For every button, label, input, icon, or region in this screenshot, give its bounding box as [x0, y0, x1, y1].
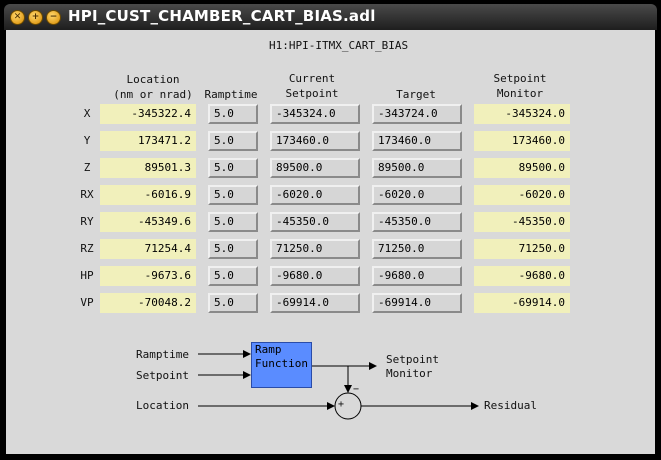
pv-title: H1:HPI-ITMX_CART_BIAS — [269, 39, 409, 52]
location-readback-z: 89501.3 — [100, 158, 196, 178]
target-entry-hp[interactable]: -9680.0 — [372, 266, 462, 286]
row-label-y: Y — [83, 134, 91, 147]
setpoint-monitor-z: 89500.0 — [474, 158, 570, 178]
ramptime-entry-vp[interactable]: 5.0 — [208, 293, 258, 313]
setpoint-monitor-x: -345324.0 — [474, 104, 570, 124]
current-setpoint-entry-vp[interactable]: -69914.0 — [270, 293, 360, 313]
diagram-setpoint-label: Setpoint — [136, 369, 189, 382]
header-current-line2: Setpoint — [285, 87, 339, 100]
ramptime-entry-ry[interactable]: 5.0 — [208, 212, 258, 232]
ramptime-entry-rz[interactable]: 5.0 — [208, 239, 258, 259]
header-monitor-line1: Setpoint — [493, 72, 547, 85]
diagram-location-label: Location — [136, 399, 189, 412]
row-label-ry: RY — [80, 215, 94, 228]
location-readback-ry: -45349.6 — [100, 212, 196, 232]
header-target: Target — [396, 88, 436, 101]
target-entry-x[interactable]: -343724.0 — [372, 104, 462, 124]
diagram-ramptime-label: Ramptime — [136, 348, 189, 361]
maximize-icon[interactable]: + — [28, 10, 43, 25]
diagram-monitor-label-1: Setpoint — [386, 353, 439, 366]
header-location: Location (nm or nrad) — [106, 72, 200, 102]
setpoint-monitor-rz: 71250.0 — [474, 239, 570, 259]
location-readback-x: -345322.4 — [100, 104, 196, 124]
location-readback-y: 173471.2 — [100, 131, 196, 151]
current-setpoint-entry-hp[interactable]: -9680.0 — [270, 266, 360, 286]
setpoint-monitor-y: 173460.0 — [474, 131, 570, 151]
target-entry-y[interactable]: 173460.0 — [372, 131, 462, 151]
target-entry-rz[interactable]: 71250.0 — [372, 239, 462, 259]
header-setpoint-monitor: Setpoint Monitor — [472, 71, 568, 101]
current-setpoint-entry-rz[interactable]: 71250.0 — [270, 239, 360, 259]
current-setpoint-entry-x[interactable]: -345324.0 — [270, 104, 360, 124]
medm-window: ✕ + − HPI_CUST_CHAMBER_CART_BIAS.adl H1:… — [0, 0, 661, 460]
minus-sign: − — [353, 384, 360, 395]
current-setpoint-entry-ry[interactable]: -45350.0 — [270, 212, 360, 232]
diagram-residual-label: Residual — [484, 399, 537, 412]
ramptime-entry-z[interactable]: 5.0 — [208, 158, 258, 178]
location-readback-rx: -6016.9 — [100, 185, 196, 205]
row-label-rz: RZ — [80, 242, 94, 255]
ramptime-entry-y[interactable]: 5.0 — [208, 131, 258, 151]
setpoint-monitor-hp: -9680.0 — [474, 266, 570, 286]
location-readback-hp: -9673.6 — [100, 266, 196, 286]
current-setpoint-entry-z[interactable]: 89500.0 — [270, 158, 360, 178]
header-location-line2: (nm or nrad) — [113, 88, 193, 101]
row-label-x: X — [83, 107, 91, 120]
header-monitor-line2: Monitor — [496, 87, 544, 100]
target-entry-vp[interactable]: -69914.0 — [372, 293, 462, 313]
row-label-rx: RX — [80, 188, 94, 201]
panel: H1:HPI-ITMX_CART_BIAS Location (nm or nr… — [6, 30, 655, 454]
setpoint-monitor-vp: -69914.0 — [474, 293, 570, 313]
current-setpoint-entry-rx[interactable]: -6020.0 — [270, 185, 360, 205]
setpoint-monitor-ry: -45350.0 — [474, 212, 570, 232]
window-title: HPI_CUST_CHAMBER_CART_BIAS.adl — [68, 7, 376, 25]
header-current-line1: Current — [288, 72, 336, 85]
ramptime-entry-hp[interactable]: 5.0 — [208, 266, 258, 286]
diagram-monitor-label-2: Monitor — [386, 367, 433, 380]
plus-sign: + — [338, 399, 345, 410]
header-location-line1: Location — [126, 73, 180, 86]
ramp-label-line2: Function — [255, 357, 308, 370]
minimize-icon[interactable]: − — [46, 10, 61, 25]
location-readback-vp: -70048.2 — [100, 293, 196, 313]
current-setpoint-entry-y[interactable]: 173460.0 — [270, 131, 360, 151]
target-entry-ry[interactable]: -45350.0 — [372, 212, 462, 232]
row-label-vp: VP — [80, 296, 94, 309]
row-label-hp: HP — [80, 269, 94, 282]
setpoint-monitor-rx: -6020.0 — [474, 185, 570, 205]
close-icon[interactable]: ✕ — [10, 10, 25, 25]
location-readback-rz: 71254.4 — [100, 239, 196, 259]
ramp-label-line1: Ramp — [255, 343, 282, 356]
ramptime-entry-x[interactable]: 5.0 — [208, 104, 258, 124]
ramptime-entry-rx[interactable]: 5.0 — [208, 185, 258, 205]
title-bar[interactable]: ✕ + − HPI_CUST_CHAMBER_CART_BIAS.adl — [4, 4, 657, 30]
row-label-z: Z — [83, 161, 91, 174]
target-entry-rx[interactable]: -6020.0 — [372, 185, 462, 205]
target-entry-z[interactable]: 89500.0 — [372, 158, 462, 178]
header-ramptime: Ramptime — [204, 88, 258, 101]
ramp-function-block: Ramp Function — [251, 342, 312, 388]
header-current-setpoint: Current Setpoint — [267, 71, 357, 101]
